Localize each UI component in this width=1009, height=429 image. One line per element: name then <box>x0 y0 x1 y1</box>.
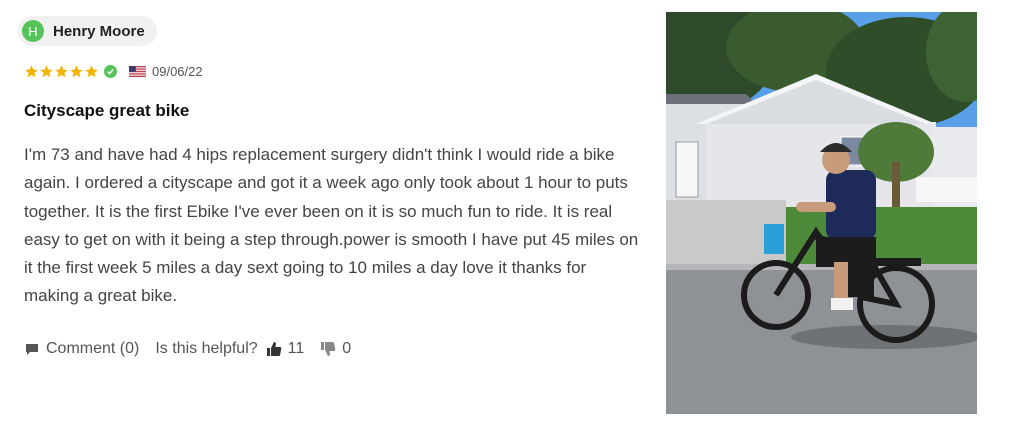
downvote-count: 0 <box>342 340 352 357</box>
helpful-prompt: Is this helpful? <box>155 340 258 357</box>
star-rating <box>24 64 99 79</box>
upvote-count: 11 <box>287 340 305 357</box>
star-icon <box>70 65 83 78</box>
review-photo[interactable] <box>666 12 977 414</box>
star-icon <box>55 65 68 78</box>
star-icon <box>85 65 98 78</box>
review-meta: 09/06/22 <box>24 64 203 79</box>
photo-man-riding-ebike <box>666 12 977 414</box>
review-actions: Comment (0) Is this helpful? 11 0 <box>24 340 351 358</box>
avatar: H <box>22 20 44 42</box>
comment-button[interactable]: Comment (0) <box>46 340 139 358</box>
star-icon <box>25 65 38 78</box>
review-body: I'm 73 and have had 4 hips replacement s… <box>24 145 639 306</box>
author-name: Henry Moore <box>53 22 145 40</box>
thumbs-up-icon[interactable] <box>266 341 282 357</box>
review-title: Cityscape great bike <box>24 101 190 120</box>
thumbs-down-icon[interactable] <box>320 341 336 357</box>
comment-icon[interactable] <box>24 341 40 357</box>
star-icon <box>40 65 53 78</box>
review-date: 09/06/22 <box>152 64 203 79</box>
author-badge: H Henry Moore <box>18 16 157 46</box>
check-circle-icon <box>104 65 117 78</box>
us-flag-icon <box>129 66 146 77</box>
